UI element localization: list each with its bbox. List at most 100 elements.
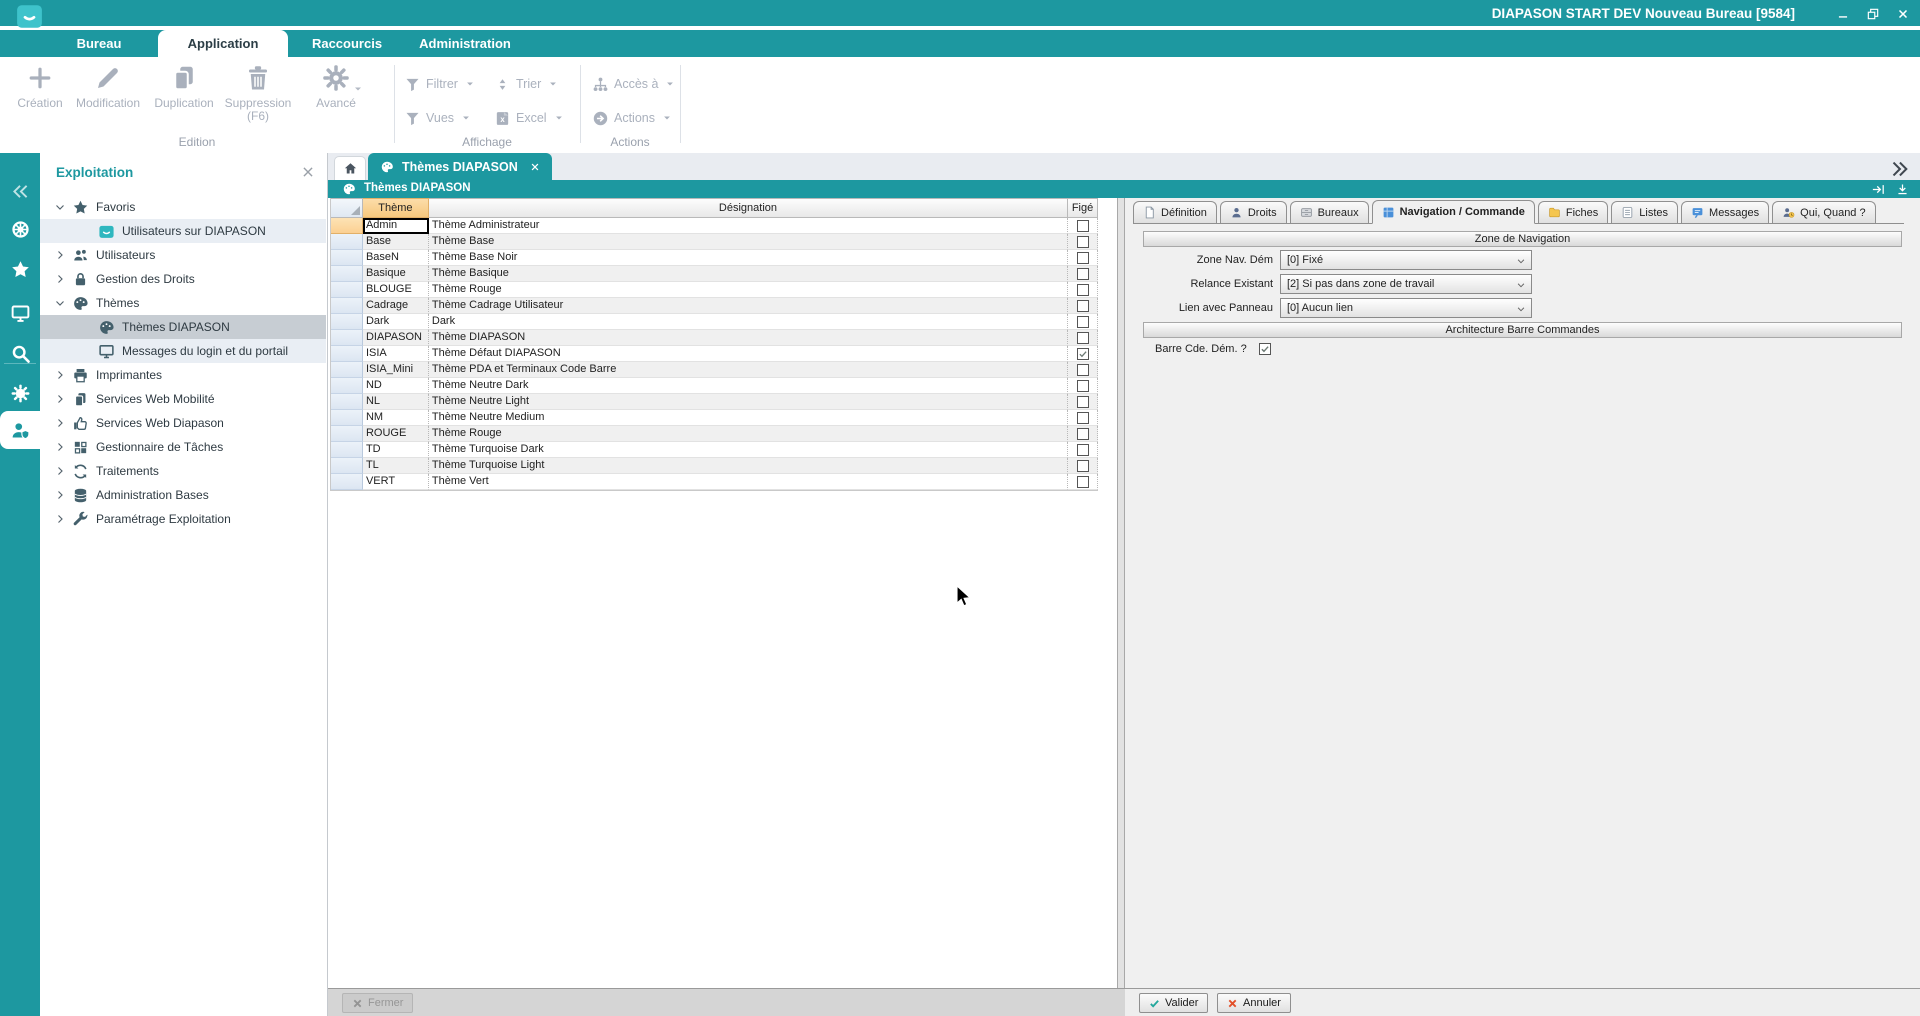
pin-panel-icon[interactable] bbox=[1871, 182, 1886, 197]
cell-designation[interactable]: Thème Administrateur bbox=[429, 218, 1068, 234]
row-selector[interactable] bbox=[331, 458, 363, 474]
avance-dropdown-caret-icon[interactable] bbox=[352, 83, 364, 95]
properties-tab-d-finition[interactable]: Définition bbox=[1133, 201, 1217, 223]
row-selector[interactable] bbox=[331, 298, 363, 314]
fermer-button[interactable]: Fermer bbox=[342, 993, 413, 1013]
sidebar-item-param-trage-exploitation[interactable]: Paramétrage Exploitation bbox=[40, 507, 326, 531]
cell-designation[interactable]: Thème Basique bbox=[429, 266, 1068, 282]
cell-theme[interactable]: VERT bbox=[363, 474, 429, 490]
tab-themes-diapason[interactable]: Thèmes DIAPASON bbox=[368, 153, 552, 180]
fige-checkbox[interactable] bbox=[1077, 300, 1089, 312]
sidebar-item-administration-bases[interactable]: Administration Bases bbox=[40, 483, 326, 507]
row-selector[interactable] bbox=[331, 346, 363, 362]
rail-favorites-button[interactable] bbox=[0, 251, 40, 287]
cell-designation[interactable]: Thème PDA et Terminaux Code Barre bbox=[429, 362, 1068, 378]
properties-tab-qui-quand[interactable]: Qui, Quand ? bbox=[1772, 201, 1875, 223]
column-header-designation[interactable]: Désignation bbox=[429, 198, 1068, 218]
row-selector[interactable] bbox=[331, 234, 363, 250]
excel-button[interactable]: xExcel bbox=[494, 107, 564, 129]
sidebar-item-messages-du-login-et-du-portail[interactable]: Messages du login et du portail bbox=[40, 339, 326, 363]
dropdown-relance-existant[interactable]: [2] Si pas dans zone de travail bbox=[1280, 274, 1532, 294]
row-selector[interactable] bbox=[331, 474, 363, 490]
fige-checkbox[interactable] bbox=[1077, 236, 1089, 248]
actions-button[interactable]: Actions bbox=[592, 107, 672, 129]
row-selector[interactable] bbox=[331, 426, 363, 442]
cell-theme[interactable]: BaseN bbox=[363, 250, 429, 266]
sidebar-item-favoris[interactable]: Favoris bbox=[40, 195, 326, 219]
fige-checkbox[interactable] bbox=[1077, 220, 1089, 232]
properties-tab-droits[interactable]: Droits bbox=[1220, 201, 1287, 223]
properties-tab-messages[interactable]: Messages bbox=[1681, 201, 1769, 223]
cell-designation[interactable]: Thème Base bbox=[429, 234, 1068, 250]
cell-designation[interactable]: Thème Neutre Medium bbox=[429, 410, 1068, 426]
sidebar-item-services-web-diapason[interactable]: Services Web Diapason bbox=[40, 411, 326, 435]
cell-designation[interactable]: Thème Rouge bbox=[429, 426, 1068, 442]
fige-checkbox[interactable] bbox=[1077, 460, 1089, 472]
fige-checkbox[interactable] bbox=[1077, 332, 1089, 344]
fige-checkbox[interactable] bbox=[1077, 396, 1089, 408]
restore-button[interactable] bbox=[1862, 5, 1884, 23]
sidebar-item-traitements[interactable]: Traitements bbox=[40, 459, 326, 483]
cell-theme[interactable]: Admin bbox=[363, 218, 429, 234]
cell-theme[interactable]: ND bbox=[363, 378, 429, 394]
valider-button[interactable]: Valider bbox=[1139, 993, 1208, 1013]
row-selector[interactable] bbox=[331, 266, 363, 282]
panel-splitter[interactable] bbox=[1117, 198, 1125, 988]
barre-cde-dem-checkbox[interactable] bbox=[1259, 343, 1271, 355]
suppression-button[interactable]: Suppression(F6) bbox=[222, 63, 294, 123]
rail-desktop-button[interactable] bbox=[0, 295, 40, 331]
cell-theme[interactable]: Basique bbox=[363, 266, 429, 282]
cell-theme[interactable]: ISIA bbox=[363, 346, 429, 362]
collapse-panel-icon[interactable] bbox=[1895, 182, 1910, 197]
cell-theme[interactable]: Cadrage bbox=[363, 298, 429, 314]
fige-checkbox[interactable] bbox=[1077, 364, 1089, 376]
row-selector[interactable] bbox=[331, 330, 363, 346]
sidebar-item-th-mes[interactable]: Thèmes bbox=[40, 291, 326, 315]
fige-checkbox[interactable] bbox=[1077, 412, 1089, 424]
properties-tab-listes[interactable]: Listes bbox=[1611, 201, 1678, 223]
cell-theme[interactable]: TD bbox=[363, 442, 429, 458]
menu-tab-raccourcis[interactable]: Raccourcis bbox=[288, 30, 406, 57]
row-selector[interactable] bbox=[331, 362, 363, 378]
dropdown-lien-avec-panneau[interactable]: [0] Aucun lien bbox=[1280, 298, 1532, 318]
fige-checkbox[interactable] bbox=[1077, 316, 1089, 328]
cell-designation[interactable]: Thème Défaut DIAPASON bbox=[429, 346, 1068, 362]
fige-checkbox[interactable] bbox=[1077, 348, 1089, 360]
fige-checkbox[interactable] bbox=[1077, 444, 1089, 456]
properties-tab-fiches[interactable]: Fiches bbox=[1538, 201, 1608, 223]
fige-checkbox[interactable] bbox=[1077, 476, 1089, 488]
menu-tab-bureau[interactable]: Bureau bbox=[40, 30, 158, 57]
acc-s-button[interactable]: Accès à bbox=[592, 73, 675, 95]
sidebar-item-imprimantes[interactable]: Imprimantes bbox=[40, 363, 326, 387]
cell-designation[interactable]: Thème DIAPASON bbox=[429, 330, 1068, 346]
sidebar-item-utilisateurs-sur-diapason[interactable]: Utilisateurs sur DIAPASON bbox=[40, 219, 326, 243]
cell-designation[interactable]: Dark bbox=[429, 314, 1068, 330]
cell-designation[interactable]: Thème Neutre Dark bbox=[429, 378, 1068, 394]
select-all-corner[interactable] bbox=[331, 198, 363, 218]
sidebar-item-gestionnaire-de-t-ches[interactable]: Gestionnaire de Tâches bbox=[40, 435, 326, 459]
row-selector[interactable] bbox=[331, 394, 363, 410]
sidebar-item-utilisateurs[interactable]: Utilisateurs bbox=[40, 243, 326, 267]
cell-theme[interactable]: NM bbox=[363, 410, 429, 426]
sidebar-item-th-mes-diapason[interactable]: Thèmes DIAPASON bbox=[40, 315, 326, 339]
home-tab[interactable] bbox=[334, 156, 366, 180]
minimize-button[interactable] bbox=[1832, 5, 1854, 23]
duplication-button[interactable]: Duplication bbox=[148, 63, 220, 110]
rail-settings-wheel-button[interactable] bbox=[0, 211, 40, 247]
filtrer-button[interactable]: Filtrer bbox=[404, 73, 475, 95]
cell-theme[interactable]: TL bbox=[363, 458, 429, 474]
cell-theme[interactable]: NL bbox=[363, 394, 429, 410]
cell-designation[interactable]: Thème Neutre Light bbox=[429, 394, 1068, 410]
menu-tab-application[interactable]: Application bbox=[158, 30, 288, 57]
fige-checkbox[interactable] bbox=[1077, 268, 1089, 280]
cell-theme[interactable]: BLOUGE bbox=[363, 282, 429, 298]
column-header-theme[interactable]: Thème bbox=[363, 198, 429, 218]
cell-theme[interactable]: DIAPASON bbox=[363, 330, 429, 346]
cell-designation[interactable]: Thème Base Noir bbox=[429, 250, 1068, 266]
sidebar-item-gestion-des-droits[interactable]: Gestion des Droits bbox=[40, 267, 326, 291]
rail-parameters-button[interactable] bbox=[0, 375, 40, 411]
properties-tab-bureaux[interactable]: Bureaux bbox=[1290, 201, 1369, 223]
rail-search-button[interactable] bbox=[0, 335, 40, 371]
cell-designation[interactable]: Thème Turquoise Light bbox=[429, 458, 1068, 474]
tab-overflow-chevrons-icon[interactable] bbox=[1888, 158, 1910, 176]
